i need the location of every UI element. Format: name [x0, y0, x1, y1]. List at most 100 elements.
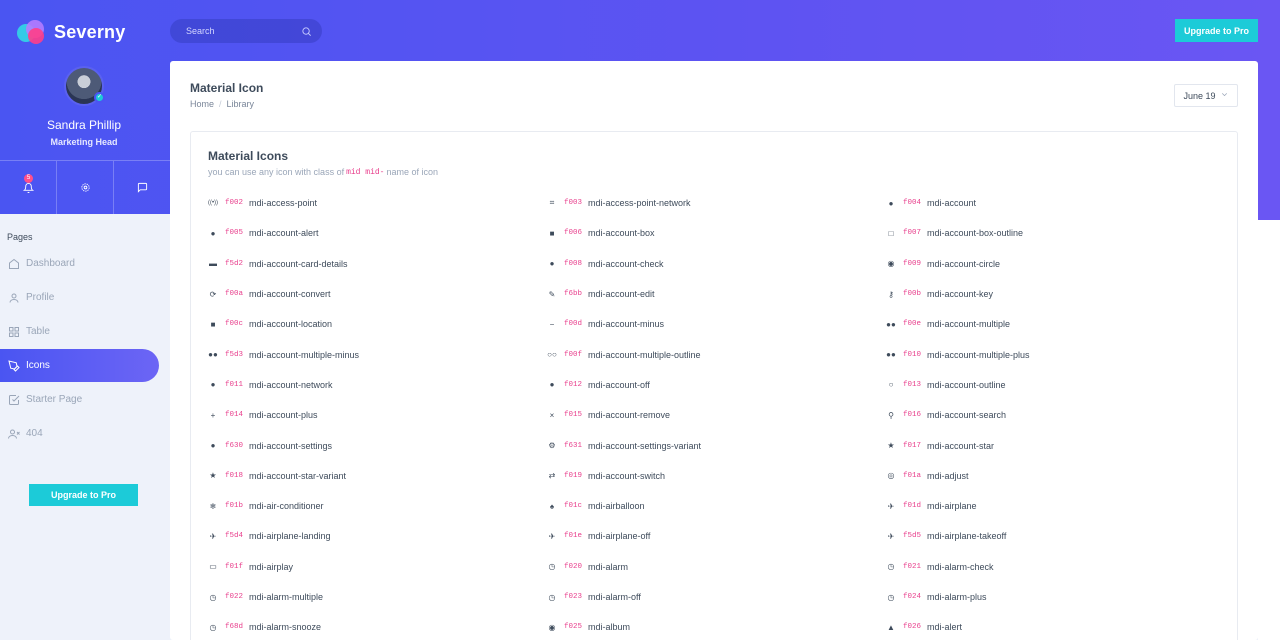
icon-item[interactable]: ⚷ f00b mdi-account-key [885, 279, 1224, 309]
sidebar-item-label: Icons [26, 360, 50, 371]
sidebar-item-profile[interactable]: Profile [0, 281, 159, 314]
icon-item[interactable]: ●● f010 mdi-account-multiple-plus [885, 339, 1224, 369]
icon-item[interactable]: ◷ f023 mdi-alarm-off [546, 582, 885, 612]
icon-item[interactable]: ● f005 mdi-account-alert [207, 218, 546, 248]
icon-code: f004 [903, 199, 922, 208]
icon-item[interactable]: ((•)) f002 mdi-access-point [207, 188, 546, 218]
icon-item[interactable]: ✈ f01e mdi-airplane-off [546, 521, 885, 551]
icon-item[interactable]: ★ f018 mdi-account-star-variant [207, 461, 546, 491]
messages-button[interactable] [114, 161, 170, 214]
icon-item[interactable]: ♠ f01c mdi-airballoon [546, 491, 885, 521]
icon-item[interactable]: ■ f00c mdi-account-location [207, 309, 546, 339]
user-x-icon [7, 427, 20, 440]
icon-code: f025 [564, 623, 583, 632]
account-card-details-icon: ▬ [209, 259, 217, 269]
icon-code: f01a [903, 471, 922, 480]
icon-item[interactable]: ✈ f01d mdi-airplane [885, 491, 1224, 521]
icon-item[interactable]: ◷ f020 mdi-alarm [546, 552, 885, 582]
icon-item[interactable]: ◉ f025 mdi-album [546, 612, 885, 640]
icon-item[interactable]: ● f630 mdi-account-settings [207, 430, 546, 460]
sidebar-item-starter-page[interactable]: Starter Page [0, 383, 159, 416]
account-settings-variant-icon: ⚙ [548, 441, 556, 451]
icon-item[interactable]: − f00d mdi-account-minus [546, 309, 885, 339]
icon-code: f003 [564, 199, 583, 208]
icon-item[interactable]: ◷ f68d mdi-alarm-snooze [207, 612, 546, 640]
search-icon[interactable] [301, 26, 312, 37]
chevron-down-icon [1220, 90, 1229, 101]
icons-panel-title: Material Icons [208, 149, 289, 163]
icon-item[interactable]: ■ f006 mdi-account-box [546, 218, 885, 248]
icon-item[interactable]: ○○ f00f mdi-account-multiple-outline [546, 339, 885, 369]
icon-item[interactable]: ★ f017 mdi-account-star [885, 430, 1224, 460]
icon-code: f5d4 [225, 532, 244, 541]
sidebar-item-404[interactable]: 404 [0, 417, 159, 450]
brand[interactable]: Severny [17, 18, 125, 46]
settings-button[interactable] [57, 161, 114, 214]
icon-item[interactable]: ✈ f5d4 mdi-airplane-landing [207, 521, 546, 551]
icon-item[interactable]: □ f007 mdi-account-box-outline [885, 218, 1224, 248]
icon-code: f6bb [564, 290, 583, 299]
icon-code: f014 [225, 411, 244, 420]
icon-item[interactable]: ❄ f01b mdi-air-conditioner [207, 491, 546, 521]
sidebar-item-icons[interactable]: Icons [0, 349, 159, 382]
sidebar-upgrade-button[interactable]: Upgrade to Pro [29, 484, 138, 506]
icon-item[interactable]: ●● f5d3 mdi-account-multiple-minus [207, 339, 546, 369]
icon-code: f009 [903, 259, 922, 268]
icon-name: mdi-airplane-takeoff [927, 531, 1007, 542]
icon-name: mdi-airplay [249, 561, 294, 572]
icon-item[interactable]: × f015 mdi-account-remove [546, 400, 885, 430]
icon-item[interactable]: + f014 mdi-account-plus [207, 400, 546, 430]
search-input[interactable] [186, 26, 301, 36]
icon-code: f01f [225, 562, 244, 571]
icon-item[interactable]: ▲ f026 mdi-alert [885, 612, 1224, 640]
icon-item[interactable]: ⇄ f019 mdi-account-switch [546, 461, 885, 491]
icon-item[interactable]: ● f012 mdi-account-off [546, 370, 885, 400]
icon-code: f5d3 [225, 350, 244, 359]
icon-name: mdi-account-convert [249, 289, 331, 300]
icon-item[interactable]: ◎ f01a mdi-adjust [885, 461, 1224, 491]
date-filter-dropdown[interactable]: June 19 [1174, 84, 1238, 107]
notifications-button[interactable]: 5 [0, 161, 57, 214]
icon-item[interactable]: ▭ f01f mdi-airplay [207, 552, 546, 582]
icon-item[interactable]: ● f011 mdi-account-network [207, 370, 546, 400]
icon-name: mdi-adjust [927, 470, 969, 481]
access-point-network-icon: ⌗ [549, 198, 555, 208]
icon-code: f00b [903, 290, 922, 299]
icon-item[interactable]: ◷ f022 mdi-alarm-multiple [207, 582, 546, 612]
icon-item[interactable]: ⟳ f00a mdi-account-convert [207, 279, 546, 309]
alarm-check-icon: ◷ [887, 562, 895, 572]
icon-item[interactable]: ✈ f5d5 mdi-airplane-takeoff [885, 521, 1224, 551]
icon-item[interactable]: ● f004 mdi-account [885, 188, 1224, 218]
icon-item[interactable]: ◷ f024 mdi-alarm-plus [885, 582, 1224, 612]
icon-code: f00c [225, 320, 244, 329]
header-upgrade-button[interactable]: Upgrade to Pro [1175, 19, 1258, 42]
icon-code: f002 [225, 199, 244, 208]
icon-code: f00d [564, 320, 583, 329]
bell-icon [22, 182, 34, 193]
account-star-variant-icon: ★ [209, 471, 217, 481]
icon-item[interactable]: ○ f013 mdi-account-outline [885, 370, 1224, 400]
sidebar-item-table[interactable]: Table [0, 315, 159, 348]
icon-code: f017 [903, 441, 922, 450]
icon-name: mdi-account-check [588, 258, 664, 269]
icon-item[interactable]: ⚙ f631 mdi-account-settings-variant [546, 430, 885, 460]
breadcrumb-home[interactable]: Home [190, 99, 214, 109]
icon-code: f01c [564, 502, 583, 511]
icon-name: mdi-access-point [249, 198, 318, 209]
icon-item[interactable]: ✎ f6bb mdi-account-edit [546, 279, 885, 309]
account-circle-icon: ◉ [887, 259, 895, 269]
icon-item[interactable]: ⚲ f016 mdi-account-search [885, 400, 1224, 430]
icon-item[interactable]: ● f008 mdi-account-check [546, 249, 885, 279]
icon-item[interactable]: ◉ f009 mdi-account-circle [885, 249, 1224, 279]
adjust-icon: ◎ [887, 471, 895, 481]
user-icon [7, 291, 20, 304]
icon-item[interactable]: ⌗ f003 mdi-access-point-network [546, 188, 885, 218]
sidebar-item-label: Profile [26, 292, 55, 303]
icon-item[interactable]: ◷ f021 mdi-alarm-check [885, 552, 1224, 582]
brand-logo-icon [17, 18, 47, 46]
sidebar-item-dashboard[interactable]: Dashboard [0, 247, 159, 280]
icon-code: f024 [903, 593, 922, 601]
icon-item[interactable]: ●● f00e mdi-account-multiple [885, 309, 1224, 339]
icon-item[interactable]: ▬ f5d2 mdi-account-card-details [207, 249, 546, 279]
icon-code: f5d2 [225, 259, 244, 268]
